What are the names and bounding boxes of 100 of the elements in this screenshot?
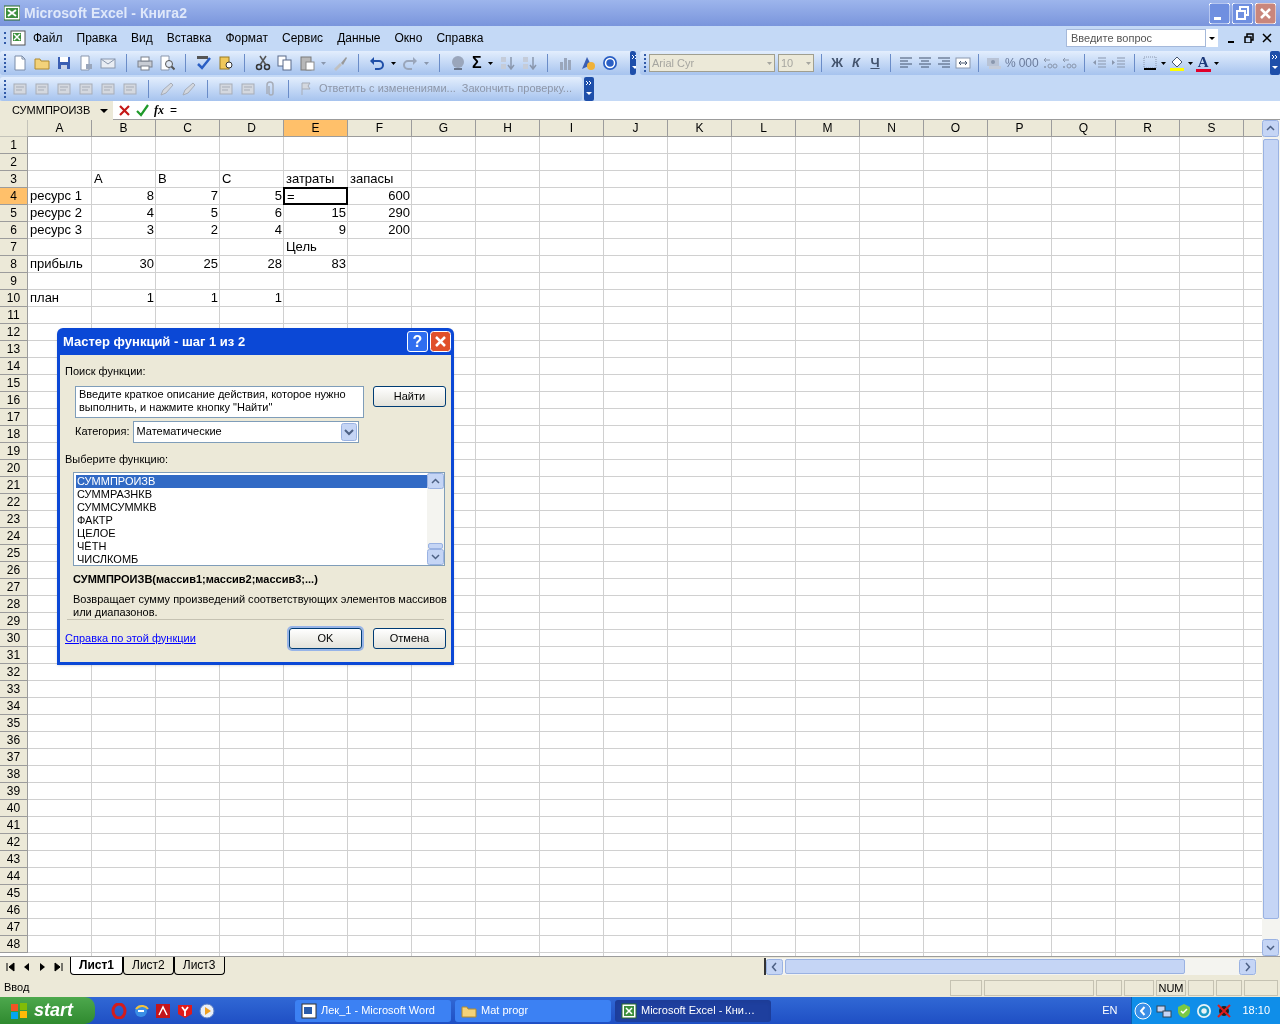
row-header[interactable]: 35: [0, 715, 28, 732]
network-icon[interactable]: [1156, 1002, 1173, 1019]
excel-logo-icon[interactable]: [4, 5, 20, 21]
close-button[interactable]: [430, 331, 451, 352]
scroll-thumb[interactable]: [785, 959, 1185, 974]
row-header[interactable]: 41: [0, 817, 28, 834]
print-preview-icon[interactable]: [159, 55, 175, 71]
undo-icon[interactable]: [369, 55, 385, 71]
column-header[interactable]: H: [476, 120, 540, 137]
shield-icon[interactable]: [1176, 1002, 1193, 1019]
ok-button[interactable]: OK: [289, 627, 362, 649]
list-scrollbar[interactable]: [427, 473, 444, 565]
row-header[interactable]: 43: [0, 851, 28, 868]
search-field[interactable]: Введите краткое описание действия, которое нужно выполнить, и нажмите кнопку "Найти": [75, 385, 364, 418]
outdent-icon[interactable]: [1091, 55, 1108, 71]
horizontal-scrollbar[interactable]: [764, 958, 1256, 975]
row-header[interactable]: 42: [0, 834, 28, 851]
last-sheet-icon[interactable]: [53, 960, 64, 973]
column-header[interactable]: R: [1116, 120, 1180, 137]
font-color-button[interactable]: A: [1195, 54, 1211, 72]
column-header[interactable]: I: [540, 120, 604, 137]
row-header[interactable]: 40: [0, 800, 28, 817]
save-icon[interactable]: [56, 55, 72, 71]
align-center-icon[interactable]: [917, 55, 933, 71]
paste-icon[interactable]: [299, 55, 315, 71]
scroll-right-icon[interactable]: [1239, 958, 1256, 975]
row-header[interactable]: 22: [0, 494, 28, 511]
row-header[interactable]: 7: [0, 239, 28, 256]
fill-color-icon[interactable]: [1168, 55, 1185, 71]
toolbar-options-icon[interactable]: [629, 51, 636, 75]
scroll-down-icon[interactable]: [427, 549, 444, 565]
row-header[interactable]: 27: [0, 579, 28, 596]
caret-icon[interactable]: [391, 61, 396, 65]
cancel-button[interactable]: Отмена: [373, 627, 446, 649]
column-header[interactable]: N: [860, 120, 924, 137]
printer-icon[interactable]: [137, 55, 153, 71]
column-header[interactable]: C: [156, 120, 220, 137]
check-icon[interactable]: [136, 103, 149, 117]
column-header[interactable]: B: [92, 120, 156, 137]
question-field[interactable]: Введите вопрос: [1066, 29, 1206, 47]
list-item[interactable]: СУММСУММКВ: [76, 501, 427, 514]
row-header[interactable]: 47: [0, 919, 28, 936]
menu-item[interactable]: Вставка: [159, 29, 219, 47]
row-header[interactable]: 38: [0, 766, 28, 783]
column-header[interactable]: F: [348, 120, 412, 137]
row-header[interactable]: 15: [0, 375, 28, 392]
help-icon[interactable]: [601, 55, 618, 71]
caret-icon[interactable]: [1213, 61, 1219, 65]
sheet-tab[interactable]: Лист2: [123, 956, 174, 975]
acrobat-icon[interactable]: [155, 1002, 171, 1019]
row-header[interactable]: 48: [0, 936, 28, 953]
column-header[interactable]: A: [28, 120, 92, 137]
row-header[interactable]: 3: [0, 171, 28, 188]
insert-function-button[interactable]: fx: [154, 101, 164, 119]
row-header[interactable]: 30: [0, 630, 28, 647]
folder-icon[interactable]: [34, 55, 50, 71]
sum-button[interactable]: Σ: [472, 55, 482, 71]
category-dropdown[interactable]: Математические: [133, 420, 360, 443]
list-item[interactable]: СУММРАЗНКВ: [76, 488, 427, 501]
merge-icon[interactable]: [955, 55, 971, 71]
decimal-icon[interactable]: [1041, 55, 1058, 71]
cancel-icon[interactable]: [118, 103, 131, 117]
menu-item[interactable]: Справка: [429, 29, 491, 47]
row-header[interactable]: 45: [0, 885, 28, 902]
list-item[interactable]: ЦЕЛОЕ: [76, 527, 427, 540]
row-header[interactable]: 10: [0, 290, 28, 307]
column-header[interactable]: D: [220, 120, 284, 137]
row-header[interactable]: 23: [0, 511, 28, 528]
row-header[interactable]: 5: [0, 205, 28, 222]
restore-icon[interactable]: [1244, 33, 1254, 43]
minimize-button[interactable]: [1209, 2, 1230, 24]
scroll-left-icon[interactable]: [766, 958, 783, 975]
row-header[interactable]: 44: [0, 868, 28, 885]
list-item[interactable]: ЧИСЛКОМБ: [76, 553, 427, 566]
column-header[interactable]: Q: [1052, 120, 1116, 137]
decimal-icon[interactable]: [1060, 55, 1077, 71]
scroll-up-icon[interactable]: [1262, 120, 1279, 137]
row-header[interactable]: 31: [0, 647, 28, 664]
column-header[interactable]: S: [1180, 120, 1244, 137]
spelling-icon[interactable]: [196, 55, 212, 71]
row-header[interactable]: 25: [0, 545, 28, 562]
redo-icon[interactable]: [402, 55, 418, 71]
column-header[interactable]: G: [412, 120, 476, 137]
menu-item[interactable]: Сервис: [275, 29, 331, 47]
row-header[interactable]: 12: [0, 324, 28, 341]
row-header[interactable]: 13: [0, 341, 28, 358]
toolbar-options-icon[interactable]: [584, 76, 594, 101]
taskbar-button[interactable]: Лек_1 - Microsoft Word: [295, 999, 451, 1022]
row-header[interactable]: 39: [0, 783, 28, 800]
align-left-icon[interactable]: [898, 55, 914, 71]
row-header[interactable]: 18: [0, 426, 28, 443]
spider-icon[interactable]: [1216, 1002, 1233, 1019]
row-header[interactable]: 37: [0, 749, 28, 766]
shapes-icon[interactable]: [579, 55, 596, 71]
column-header[interactable]: E: [284, 120, 348, 137]
caret-icon[interactable]: [1187, 61, 1193, 65]
row-header[interactable]: 19: [0, 443, 28, 460]
vertical-scrollbar[interactable]: [1262, 120, 1280, 956]
internet-explorer-icon[interactable]: [133, 1002, 149, 1019]
row-header[interactable]: 28: [0, 596, 28, 613]
